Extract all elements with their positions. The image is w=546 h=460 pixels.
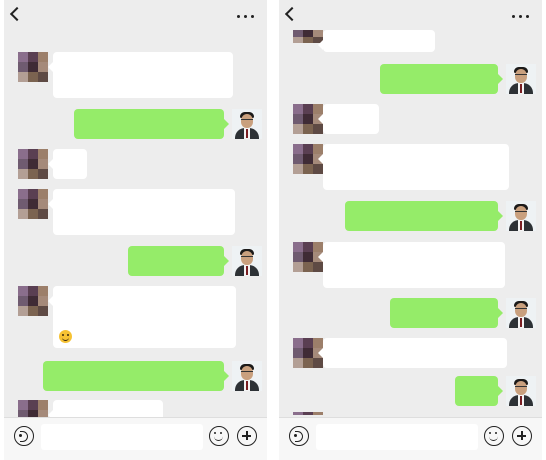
emoji-picker-icon[interactable]: [484, 426, 504, 446]
my-avatar[interactable]: [232, 109, 262, 139]
chat-header: [4, 0, 267, 32]
message-bubble-incoming[interactable]: [48, 189, 235, 235]
message-bubble-outgoing[interactable]: [74, 109, 229, 139]
more-options-icon[interactable]: [237, 15, 255, 19]
message-bubble-outgoing[interactable]: [455, 376, 503, 406]
chat-title: [34, 7, 184, 23]
message-bubble-incoming[interactable]: [318, 30, 435, 52]
more-actions-icon[interactable]: [512, 426, 532, 446]
message-bubble-outgoing[interactable]: [345, 201, 503, 231]
message-bubble-incoming[interactable]: [318, 338, 507, 368]
message-bubble-incoming[interactable]: [318, 144, 509, 190]
timestamp: [104, 36, 170, 44]
contact-avatar[interactable]: [18, 189, 48, 219]
message-bubble-outgoing[interactable]: [43, 361, 229, 391]
my-avatar[interactable]: [232, 246, 262, 276]
my-avatar[interactable]: [506, 298, 536, 328]
emoji-picker-icon[interactable]: [209, 426, 229, 446]
my-avatar[interactable]: [506, 64, 536, 94]
back-chevron-icon[interactable]: [9, 6, 25, 22]
back-chevron-icon[interactable]: [284, 6, 300, 22]
more-actions-icon[interactable]: [237, 426, 257, 446]
message-bubble-incoming[interactable]: [318, 104, 379, 134]
message-bubble-outgoing[interactable]: [128, 246, 229, 276]
input-bar: [279, 417, 542, 460]
contact-avatar[interactable]: [18, 52, 48, 82]
voice-input-icon[interactable]: [289, 426, 309, 446]
message-bubble-incoming[interactable]: [48, 149, 87, 179]
message-bubble-incoming[interactable]: [48, 52, 233, 98]
more-options-icon[interactable]: [512, 15, 530, 19]
message-bubble-outgoing[interactable]: [390, 298, 503, 328]
my-avatar[interactable]: [506, 201, 536, 231]
message-input[interactable]: [41, 424, 203, 450]
contact-avatar[interactable]: [18, 149, 48, 179]
chat-screen-left: [4, 0, 267, 460]
message-bubble-outgoing[interactable]: [380, 64, 503, 94]
my-avatar[interactable]: [232, 361, 262, 391]
voice-input-icon[interactable]: [14, 426, 34, 446]
message-bubble-incoming[interactable]: [48, 286, 236, 348]
chat-title: [309, 7, 459, 23]
contact-avatar[interactable]: [18, 286, 48, 316]
emoji-icon: [59, 330, 72, 343]
my-avatar[interactable]: [506, 376, 536, 406]
chat-screen-right: [279, 0, 542, 460]
chat-header: [279, 0, 542, 32]
input-bar: [4, 417, 267, 460]
message-bubble-incoming[interactable]: [318, 242, 505, 288]
message-input[interactable]: [316, 424, 478, 450]
